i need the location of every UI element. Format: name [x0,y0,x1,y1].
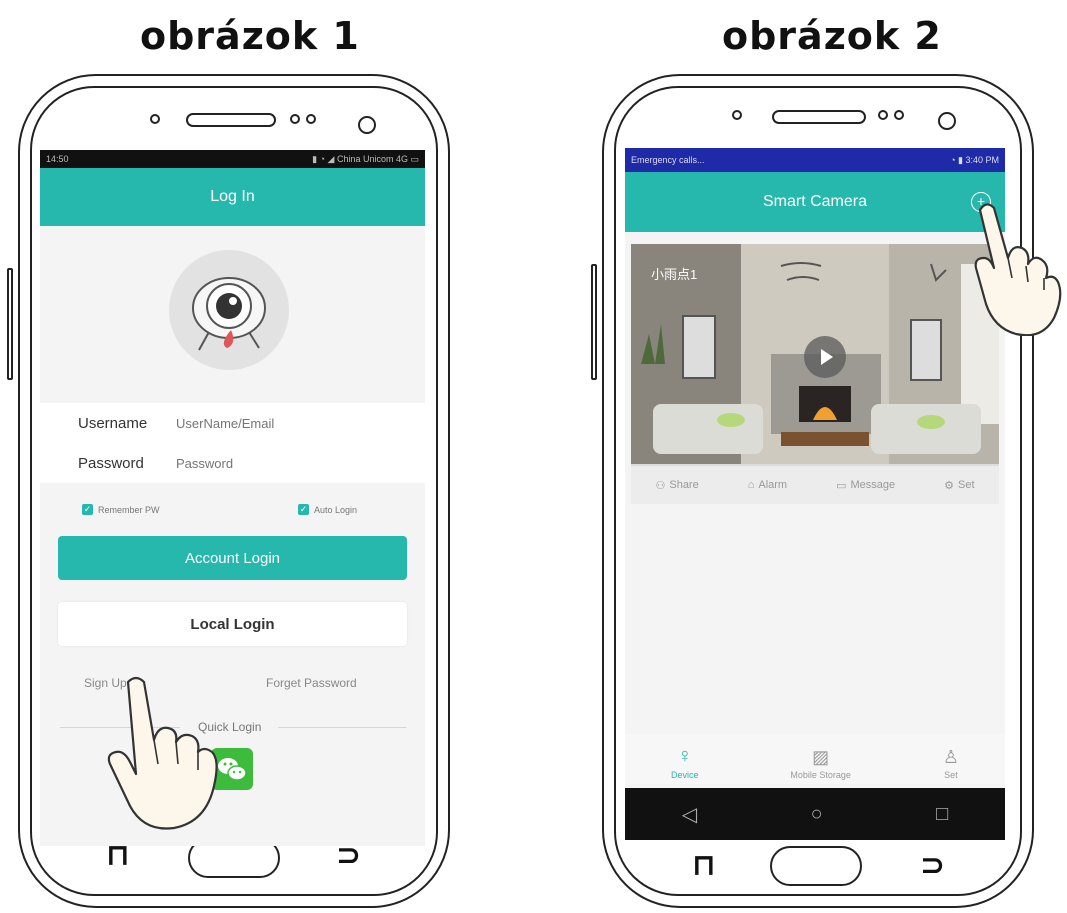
storage-icon: ▨ [812,747,830,767]
set-button[interactable]: ⚙ Set [944,479,974,492]
alarm-icon: ⌂ [747,479,755,491]
camera-app-bar: Smart Camera [625,172,1005,232]
caption-image-1: obrázok 1 [140,14,360,58]
sensor-dot [732,110,742,120]
front-camera-icon [938,112,956,130]
auto-login-label: Auto Login [314,504,358,515]
local-login-button[interactable]: Local Login [58,602,407,646]
side-button[interactable] [7,268,13,380]
sensor-dot [290,114,300,124]
sensor-dot [150,114,160,124]
account-login-button[interactable]: Account Login [58,536,407,580]
status-bar: Emergency calls... ◔ ▮ 3:40 PM [625,148,1005,172]
username-row: Username [40,403,425,443]
tab-set[interactable]: ♙ Set [943,747,959,780]
home-nav-icon[interactable]: ○ [811,803,823,826]
recent-apps-button[interactable]: ⊓ [692,848,716,883]
avatar-eye-icon [169,250,289,370]
alarm-button[interactable]: ⌂ Alarm [748,479,787,491]
status-bar: 14:50 ▮ ◔ ◢ China Unicom 4G ▭ [40,150,425,168]
camera-name: 小雨点1 [651,267,698,282]
forget-password-link[interactable]: Forget Password [266,676,357,690]
camera-screen: Emergency calls... ◔ ▮ 3:40 PM Smart Cam… [625,148,1005,840]
camera-actions: ⚇ Share ⌂ Alarm ▭ Message ⚙ Set [631,466,999,504]
message-icon: ▭ [836,479,847,492]
speaker-slot [772,110,866,124]
tab-device-label: Device [670,770,699,780]
share-button[interactable]: ⚇ Share [655,479,698,492]
tab-storage-label: Mobile Storage [790,770,851,780]
password-row: Password [40,443,425,483]
play-icon[interactable] [804,336,846,378]
back-button[interactable]: ⊃ [920,848,945,883]
tab-device[interactable]: ♀ Device [671,745,699,780]
caption-image-2: obrázok 2 [722,14,942,58]
status-clock: ◔ ▮ 3:40 PM [950,154,999,165]
checkbox-checked-icon: ✓ [82,504,93,515]
android-nav-bar: ◁ ○ □ [625,788,1005,840]
sensor-dot [306,114,316,124]
remember-pw-checkbox[interactable]: ✓ Remember PW [82,504,160,515]
device-icon: ♀ [677,745,693,767]
home-button[interactable] [770,846,862,886]
divider-right [278,727,406,728]
tab-set-label: Set [944,770,958,780]
checkbox-checked-icon: ✓ [298,504,309,515]
pointing-hand-icon [107,676,218,830]
sensor-dot [894,110,904,120]
share-label: Share [669,479,699,491]
side-button[interactable] [591,264,597,380]
front-camera-icon [358,116,376,134]
recents-nav-icon[interactable]: □ [936,803,948,826]
speaker-slot [186,113,276,127]
user-icon: ♙ [942,747,959,767]
password-field[interactable] [174,454,378,472]
share-icon: ⚇ [655,479,666,492]
auto-login-checkbox[interactable]: ✓ Auto Login [298,504,357,515]
username-field[interactable] [174,414,378,432]
alarm-label: Alarm [758,479,788,491]
remember-pw-label: Remember PW [98,504,160,515]
tab-mobile-storage[interactable]: ▨ Mobile Storage [790,747,851,780]
pointing-hand-icon [974,203,1062,336]
password-label: Password [78,454,144,472]
message-label: Message [850,479,896,491]
settings-icon: ⚙ [944,479,954,492]
status-time: 14:50 [46,154,69,164]
page-title: Log In [210,188,255,205]
status-emergency: Emergency calls... [631,155,705,165]
camera-card[interactable]: 小雨点1 [631,244,999,466]
status-carrier: ▮ ◔ ◢ China Unicom 4G ▭ [312,153,419,164]
back-nav-icon[interactable]: ◁ [682,802,697,827]
bottom-tab-bar: ♀ Device ▨ Mobile Storage ♙ Set [625,734,1005,784]
sensor-dot [878,110,888,120]
message-button[interactable]: ▭ Message [836,479,895,492]
page-title: Smart Camera [762,193,868,210]
set-label: Set [957,479,975,491]
username-label: Username [78,414,148,432]
login-app-bar: Log In [40,168,425,226]
